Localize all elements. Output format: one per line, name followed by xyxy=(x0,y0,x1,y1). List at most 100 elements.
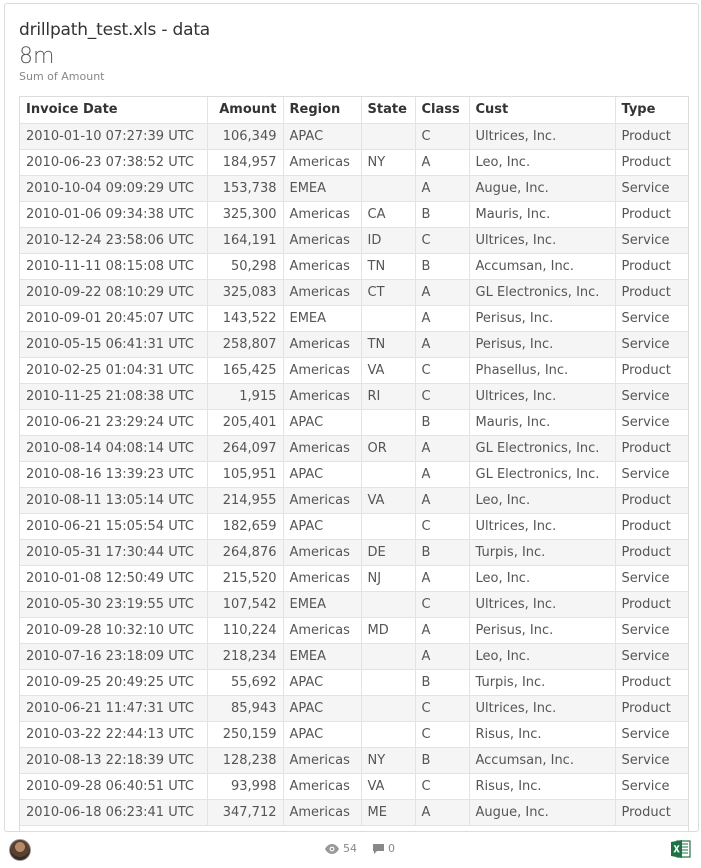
cell-cust: Mauris, Inc. xyxy=(468,201,615,228)
cell-type: Product xyxy=(614,279,688,306)
table-row[interactable]: 2010-06-21 23:29:24 UTC 205,401 APAC B Mauri… xyxy=(20,409,688,436)
table-row[interactable]: 2010-06-23 07:38:52 UTC 184,957 Americas NY… xyxy=(20,149,688,176)
cell-invoice-date: 2010-05-30 23:19:55 UTC xyxy=(20,591,207,618)
table-row[interactable]: 2010-09-28 06:40:51 UTC 93,998 Americas VA C… xyxy=(20,773,688,800)
table-row[interactable]: 2010-11-25 21:08:38 UTC 1,915 Americas RI C U… xyxy=(20,383,688,410)
table-row[interactable]: 2010-02-25 01:04:31 UTC 165,425 Americas VA… xyxy=(20,357,688,384)
table-row[interactable]: 2010-05-15 06:41:31 UTC 258,807 Americas TN… xyxy=(20,331,688,358)
table-row[interactable]: 2010-05-31 17:30:44 UTC 264,876 Americas DE… xyxy=(20,539,688,566)
cell-cust: Ultrices, Inc. xyxy=(468,123,615,150)
table-row[interactable]: 2010-11-11 08:15:08 UTC 50,298 Americas TN B… xyxy=(20,253,688,280)
data-card: drillpath_test.xls - data 8m Sum of Amou… xyxy=(4,3,699,832)
cell-amount: 264,876 xyxy=(206,539,283,566)
table-row[interactable]: 2010-12-24 23:58:06 UTC 164,191 Americas ID… xyxy=(20,227,688,254)
cell-region: EMEA xyxy=(282,175,361,202)
data-table-container[interactable]: Invoice Date Amount Region State Class C… xyxy=(19,96,689,831)
column-header-invoice-date[interactable]: Invoice Date xyxy=(20,97,207,124)
cell-class: C xyxy=(414,123,469,150)
comment-icon[interactable] xyxy=(373,843,384,854)
cell-cust: Accumsan, Inc. xyxy=(468,253,615,280)
cell-type: Service xyxy=(614,331,688,358)
table-row[interactable]: 2010-01-06 09:34:38 UTC 325,300 Americas CA… xyxy=(20,201,688,228)
cell-amount: 325,083 xyxy=(206,279,283,306)
table-row[interactable]: 2010-10-04 09:09:29 UTC 153,738 EMEA A Augue… xyxy=(20,175,688,202)
cell-invoice-date: 2010-09-28 10:32:10 UTC xyxy=(20,617,207,644)
cell-class: A xyxy=(414,149,469,176)
cell-class: C xyxy=(414,513,469,540)
column-header-type[interactable]: Type xyxy=(614,97,688,124)
table-row[interactable]: 2010-09-22 08:10:29 UTC 325,083 Americas CT… xyxy=(20,279,688,306)
column-header-cust[interactable]: Cust xyxy=(468,97,615,124)
cell-type: Service xyxy=(614,461,688,488)
column-header-region[interactable]: Region xyxy=(282,97,361,124)
cell-state xyxy=(360,305,415,332)
cell-invoice-date: 2010-06-23 07:38:52 UTC xyxy=(20,149,207,176)
cell-class: B xyxy=(414,409,469,436)
cell-cust: Perisus, Inc. xyxy=(468,305,615,332)
cell-class: B xyxy=(414,253,469,280)
cell-amount: 93,998 xyxy=(206,773,283,800)
table-row[interactable]: 2010-05-30 23:19:55 UTC 107,542 EMEA C Ultri… xyxy=(20,591,688,618)
table-row[interactable]: 2010-01-08 12:50:49 UTC 215,520 Americas NJ… xyxy=(20,565,688,592)
table-row[interactable]: 2010-06-18 06:23:41 UTC 347,712 Americas ME… xyxy=(20,799,688,826)
cell-invoice-date: 2010-09-01 20:45:07 UTC xyxy=(20,305,207,332)
table-row[interactable]: 2010-06-21 11:47:31 UTC 85,943 APAC C Ultric… xyxy=(20,695,688,722)
cell-amount: 215,520 xyxy=(206,565,283,592)
column-header-amount[interactable]: Amount xyxy=(206,97,283,124)
cell-type: Product xyxy=(614,357,688,384)
table-row[interactable]: 2010-08-16 13:39:23 UTC 105,951 APAC A GL El… xyxy=(20,461,688,488)
cell-class: C xyxy=(414,591,469,618)
table-row[interactable]: 2010-08-11 13:05:14 UTC 214,955 Americas VA… xyxy=(20,487,688,514)
cell-class: B xyxy=(414,669,469,696)
cell-type: Product xyxy=(614,435,688,462)
table-row[interactable]: 2010-06-21 15:05:54 UTC 182,659 APAC C Ultri… xyxy=(20,513,688,540)
cell-class: A xyxy=(414,799,469,826)
cell-type: Service xyxy=(614,305,688,332)
cell-state xyxy=(360,461,415,488)
table-row[interactable]: 2010-08-14 04:08:14 UTC 264,097 Americas OR… xyxy=(20,435,688,462)
cell-class: C xyxy=(414,773,469,800)
cell-cust: Mauris, Inc. xyxy=(468,409,615,436)
cell-region: Americas xyxy=(282,227,361,254)
cell-class: A xyxy=(414,487,469,514)
table-row[interactable]: 2010-01-10 07:27:39 UTC 106,349 APAC C Ultri… xyxy=(20,123,688,150)
column-header-class[interactable]: Class xyxy=(414,97,469,124)
card-title[interactable]: drillpath_test.xls - data xyxy=(19,20,210,40)
excel-icon[interactable] xyxy=(671,839,691,859)
cell-class: A xyxy=(414,617,469,644)
table-row[interactable]: 2010-07-16 23:18:09 UTC 218,234 EMEA A Leo, … xyxy=(20,643,688,670)
cell-amount: 55,692 xyxy=(206,669,283,696)
column-header-state[interactable]: State xyxy=(360,97,415,124)
cell-invoice-date: 2010-11-25 21:08:38 UTC xyxy=(20,383,207,410)
user-avatar[interactable] xyxy=(9,839,31,861)
cell-cust: Ultrices, Inc. xyxy=(468,513,615,540)
cell-amount: 143,522 xyxy=(206,305,283,332)
cell-region: Americas xyxy=(282,383,361,410)
cell-state: OR xyxy=(360,435,415,462)
cell-type: Service xyxy=(614,383,688,410)
cell-region: Americas xyxy=(282,149,361,176)
card-stats: 54 0 xyxy=(325,842,395,855)
cell-cust: Turpis, Inc. xyxy=(468,669,615,696)
cell-state xyxy=(360,123,415,150)
cell-state: RI xyxy=(360,383,415,410)
table-row[interactable]: 2010-08-13 22:18:39 UTC 128,238 Americas NY… xyxy=(20,747,688,774)
cell-cust: Leo, Inc. xyxy=(468,487,615,514)
cell-invoice-date: 2010-07-16 23:18:09 UTC xyxy=(20,643,207,670)
cell-cust: Perisus, Inc. xyxy=(468,617,615,644)
cell-state xyxy=(360,695,415,722)
table-row[interactable]: 2010-03-22 22:44:13 UTC 250,159 APAC C Risus… xyxy=(20,721,688,748)
table-row[interactable]: 2010-09-01 20:45:07 UTC 143,522 EMEA A Peris… xyxy=(20,305,688,332)
card-footer: 54 0 xyxy=(0,834,701,868)
cell-invoice-date: 2010-06-21 11:47:31 UTC xyxy=(20,695,207,722)
table-row[interactable]: 2010-09-25 20:49:25 UTC 55,692 APAC B Turpis… xyxy=(20,669,688,696)
cell-invoice-date: 2010-01-10 07:27:39 UTC xyxy=(20,123,207,150)
cell-type: Product xyxy=(614,149,688,176)
cell-state: TN xyxy=(360,331,415,358)
cell-invoice-date: 2010-01-08 12:50:49 UTC xyxy=(20,565,207,592)
comment-count: 0 xyxy=(388,842,395,855)
table-body: 2010-01-10 07:27:39 UTC 106,349 APAC C Ultri… xyxy=(20,123,688,826)
cell-class: C xyxy=(414,695,469,722)
table-row[interactable]: 2010-09-28 10:32:10 UTC 110,224 Americas MD… xyxy=(20,617,688,644)
cell-cust: Perisus, Inc. xyxy=(468,331,615,358)
